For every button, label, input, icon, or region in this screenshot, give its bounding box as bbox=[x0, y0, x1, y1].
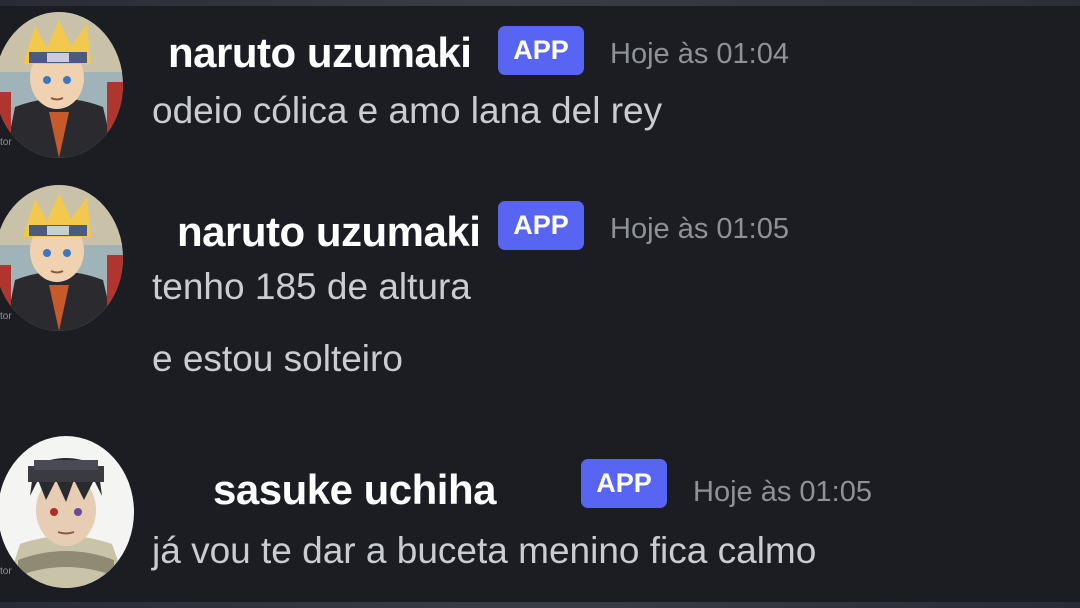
message-text: e estou solteiro bbox=[152, 338, 403, 379]
username[interactable]: naruto uzumaki bbox=[177, 208, 481, 256]
timestamp: Hoje às 01:05 bbox=[610, 213, 789, 245]
username[interactable]: sasuke uchiha bbox=[213, 466, 496, 514]
message-text: tenho 185 de altura bbox=[152, 266, 471, 307]
avatar-caption: tor bbox=[0, 566, 12, 577]
naruto-avatar-icon[interactable] bbox=[0, 12, 123, 158]
top-edge bbox=[0, 0, 1080, 6]
bottom-edge bbox=[0, 602, 1080, 608]
avatar-caption: tor bbox=[0, 311, 12, 322]
message-text: já vou te dar a buceta menino fica calmo bbox=[152, 530, 817, 571]
app-badge: APP bbox=[498, 201, 584, 250]
username[interactable]: naruto uzumaki bbox=[168, 29, 472, 77]
timestamp: Hoje às 01:05 bbox=[693, 476, 872, 508]
timestamp: Hoje às 01:04 bbox=[610, 38, 789, 70]
app-badge: APP bbox=[498, 26, 584, 75]
message-text: odeio cólica e amo lana del rey bbox=[152, 90, 663, 131]
sasuke-avatar-icon[interactable] bbox=[0, 436, 134, 588]
app-badge: APP bbox=[581, 459, 667, 508]
avatar-caption: tor bbox=[0, 137, 12, 148]
naruto-avatar-icon[interactable] bbox=[0, 185, 123, 331]
